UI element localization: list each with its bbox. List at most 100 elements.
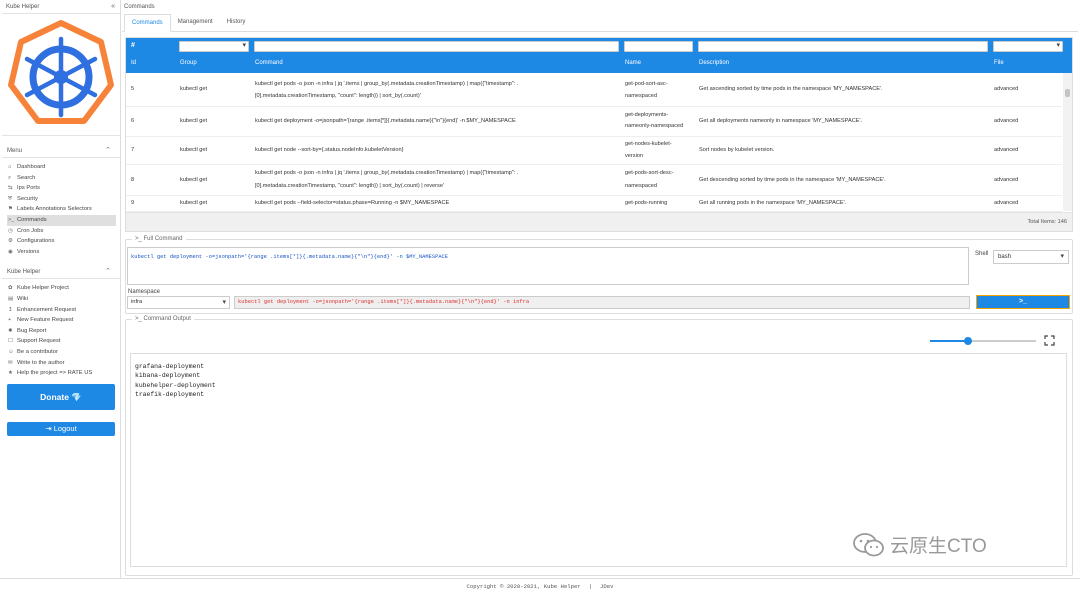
command-filter-input[interactable] [254, 41, 619, 52]
footer: Copyright © 2020-2021, Kube Helper | JDev [0, 578, 1080, 594]
cell-name: get-pod-sort-asc- [625, 81, 668, 87]
file-filter-select[interactable] [993, 41, 1063, 52]
sidebar-item-label: Commands [17, 216, 47, 223]
sidebar-item-rate-us[interactable]: ★ Help the project => RATE US [7, 368, 120, 379]
sidebar-item-write-author[interactable]: ✉ Write to the author [7, 358, 120, 369]
sidebar-item-label: Support Request [17, 338, 61, 345]
fullscreen-icon[interactable] [1044, 335, 1055, 346]
sidebar-item-cron-jobs[interactable]: ◷ Cron Jobs [7, 226, 120, 237]
github-icon: ✿ [8, 285, 13, 292]
cell-description: Get all running pods in the namespace 'M… [699, 200, 847, 206]
namespace-select[interactable]: infra ▾ [127, 296, 230, 309]
sidebar-item-label: Help the project => RATE US [17, 370, 93, 377]
resolved-command-field[interactable]: kubectl get deployment -o=jsonpath='{ran… [234, 296, 970, 309]
sidebar-item-ips-ports[interactable]: ⇆ Ips Ports [7, 183, 120, 194]
home-icon: ⌂ [8, 164, 12, 170]
table-row[interactable]: 9 kubectl get kubectl get pods --field-s… [126, 196, 1062, 212]
exchange-icon: ⇆ [8, 185, 13, 192]
sidebar-item-label: Cron Jobs [17, 227, 44, 234]
font-size-slider[interactable] [930, 337, 1036, 345]
sidebar-item-project[interactable]: ✿ Kube Helper Project [7, 283, 120, 294]
footer-credit[interactable]: JDev [600, 583, 613, 590]
sidebar-item-versions[interactable]: ◉ Versions [7, 247, 120, 258]
cell-description: Sort nodes by kubelet version. [699, 147, 775, 153]
column-header-file[interactable]: File [994, 60, 1004, 66]
column-header-command[interactable]: Command [255, 60, 283, 66]
sidebar-item-contributor[interactable]: ☺ Be a contributor [7, 347, 120, 358]
shell-value: bash [998, 254, 1012, 260]
sidebar-item-label: Configurations [17, 238, 55, 245]
column-header-group[interactable]: Group [180, 60, 197, 66]
sidebar-item-search[interactable]: ⌕ Search [7, 173, 120, 184]
sidebar-item-wiki[interactable]: ▤ Wiki [7, 294, 120, 305]
description-filter-input[interactable] [698, 41, 988, 52]
sidebar-item-bug-report[interactable]: ✸ Bug Report [7, 326, 120, 337]
column-header-description[interactable]: Description [699, 60, 729, 66]
table-row[interactable]: 7 kubectl get kubectl get node --sort-by… [126, 137, 1062, 165]
full-command-legend: >_ Full Command [135, 236, 183, 242]
sidebar-item-new-feature[interactable]: + New Feature Request [7, 315, 120, 326]
sidebar-item-label: Dashboard [17, 164, 46, 170]
chevron-down-icon: ▾ [222, 299, 226, 306]
sidebar-item-label: Search [17, 174, 36, 181]
cell-name: get-pods-sort-desc- [625, 170, 674, 176]
cell-command-cont: [0].metadata.creationTimestamp, "count":… [255, 183, 444, 189]
sidebar-item-label: Kube Helper Project [17, 285, 69, 292]
cell-command: kubectl get deployment -o=jsonpath='{ran… [255, 118, 516, 124]
cell-group: kubectl get [180, 147, 208, 153]
sidebar-item-commands[interactable]: >_ Commands [7, 214, 116, 226]
full-command-textarea[interactable]: kubectl get deployment -o=jsonpath='{ran… [127, 247, 969, 285]
wechat-icon [853, 532, 884, 556]
sidebar: Kube Helper « Menu ⌃ ⌂ Dashboard ⌕ Search … [2, 0, 121, 578]
version-icon: ◉ [8, 248, 13, 255]
collapse-sidebar-button[interactable]: « [111, 0, 115, 14]
main-content: Commands Commands Management History # I… [122, 0, 1078, 578]
logout-button[interactable]: ⇥ Logout [7, 421, 115, 436]
cell-group: kubectl get [180, 118, 208, 124]
cell-id: 9 [131, 200, 135, 206]
sidebar-item-support[interactable]: ☐ Support Request [7, 336, 120, 347]
output-line: kibana-deployment [135, 372, 201, 380]
slider-fill [930, 340, 969, 342]
run-command-button[interactable]: >_ [976, 295, 1070, 309]
sidebar-item-security[interactable]: ⛨ Security [7, 194, 120, 205]
cell-name-cont: namespaced [625, 183, 658, 189]
sidebar-item-dashboard[interactable]: ⌂ Dashboard [7, 162, 120, 173]
table-row[interactable]: 5 kubectl get kubectl get pods -o json -… [126, 73, 1062, 107]
watermark: 云原生CTO [852, 531, 987, 558]
tab-history[interactable]: History [220, 14, 253, 31]
plus-icon: + [8, 317, 12, 324]
namespace-value: infra [131, 299, 143, 305]
column-header-name[interactable]: Name [625, 60, 641, 66]
breadcrumb: Commands [124, 4, 155, 10]
scrollbar-thumb[interactable] [1065, 89, 1070, 97]
command-output-legend: >_ Command Output [135, 316, 191, 322]
shell-select[interactable]: bash ▾ [993, 250, 1069, 264]
kube-helper-section-header[interactable]: Kube Helper ⌃ [2, 265, 120, 280]
sidebar-item-configurations[interactable]: ⚙ Configurations [7, 236, 120, 247]
name-filter-input[interactable] [624, 41, 693, 52]
cell-description: Get descending sorted by time pods in th… [699, 177, 886, 183]
cell-file: advanced [994, 200, 1019, 206]
tab-commands[interactable]: Commands [124, 14, 171, 32]
chevron-down-icon: ▾ [1060, 253, 1064, 260]
sidebar-item-labels[interactable]: ⚑ Labels Annotations Selectors [7, 204, 120, 215]
chevron-up-icon: ⌃ [105, 268, 111, 276]
group-filter-select[interactable] [179, 41, 249, 52]
menu-section-header[interactable]: Menu ⌃ [2, 144, 120, 158]
cell-group: kubectl get [180, 177, 208, 183]
sidebar-item-enhancement[interactable]: ↥ Enhancement Request [7, 305, 120, 316]
terminal-icon: >_ [8, 216, 15, 223]
star-icon: ★ [8, 370, 13, 377]
kube-helper-list: ✿ Kube Helper Project ▤ Wiki ↥ Enhancement … [2, 279, 120, 378]
donate-button[interactable]: Donate 💎 [7, 383, 115, 410]
arrow-up-icon: ↥ [8, 306, 13, 313]
column-header-id[interactable]: Id [131, 60, 136, 66]
grid-scrollbar[interactable] [1063, 73, 1072, 211]
table-row[interactable]: 8 kubectl get kubectl get pods -o json -… [126, 165, 1062, 196]
table-row[interactable]: 6 kubectl get kubectl get deployment -o=… [126, 107, 1062, 137]
commands-grid: # Id Group Command Name Description File… [125, 37, 1073, 232]
cell-id: 8 [131, 177, 135, 183]
cell-group: kubectl get [180, 200, 208, 206]
tab-management[interactable]: Management [171, 14, 220, 31]
